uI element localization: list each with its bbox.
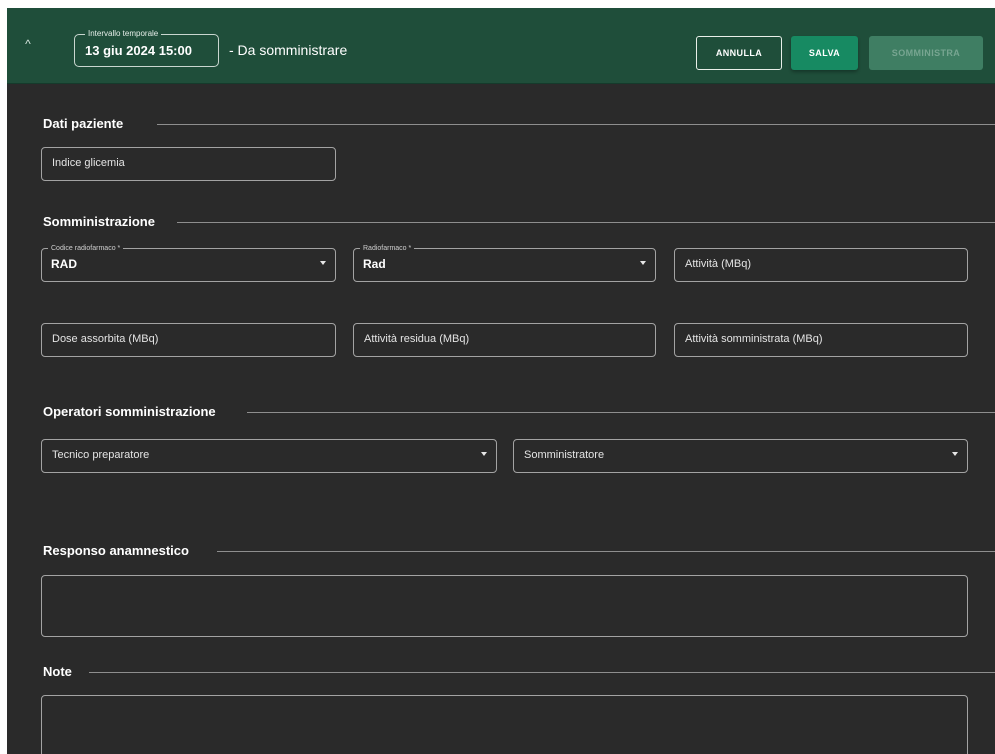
- activity-input[interactable]: Attività (MBq): [674, 248, 968, 282]
- preparing-technician-select[interactable]: Tecnico preparatore: [41, 439, 497, 473]
- status-title: - Da somministrare: [229, 42, 348, 58]
- time-interval-value: 13 giu 2024 15:00: [85, 43, 192, 58]
- radiopharmaceutical-label: Radiofarmaco *: [360, 244, 415, 253]
- section-divider: [217, 551, 995, 552]
- section-title-note: Note: [43, 664, 82, 679]
- panel-header: ^ Intervallo temporale 13 giu 2024 15:00…: [7, 8, 995, 84]
- activity-placeholder: Attività (MBq): [685, 258, 752, 270]
- section-divider: [89, 672, 995, 673]
- section-divider: [157, 124, 995, 125]
- radiopharmaceutical-code-label: Codice radiofarmaco *: [48, 244, 124, 253]
- radiopharmaceutical-code-select[interactable]: Codice radiofarmaco * RAD: [41, 244, 336, 282]
- administration-panel: ^ Intervallo temporale 13 giu 2024 15:00…: [7, 8, 995, 754]
- anamnestic-response-textarea[interactable]: [41, 575, 968, 637]
- caret-down-icon: [481, 452, 487, 456]
- time-interval-label: Intervallo temporale: [85, 29, 162, 39]
- administer-button[interactable]: SOMMINISTRA: [869, 36, 983, 70]
- absorbed-dose-placeholder: Dose assorbita (MBq): [52, 333, 159, 345]
- save-button[interactable]: SALVA: [791, 36, 858, 70]
- administrator-select[interactable]: Somministratore: [513, 439, 968, 473]
- absorbed-dose-input[interactable]: Dose assorbita (MBq): [41, 323, 336, 357]
- administrator-placeholder: Somministratore: [524, 449, 605, 461]
- section-title-responso: Responso anamnestico: [43, 543, 199, 558]
- section-title-somministrazione: Somministrazione: [43, 214, 165, 229]
- section-divider: [177, 222, 995, 223]
- section-title-dati-paziente: Dati paziente: [43, 116, 134, 131]
- caret-down-icon: [320, 261, 326, 265]
- section-divider: [247, 412, 995, 413]
- blood-glucose-placeholder: Indice glicemia: [52, 157, 125, 169]
- blood-glucose-input[interactable]: Indice glicemia: [41, 147, 336, 181]
- administered-activity-input[interactable]: Attività somministrata (MBq): [674, 323, 968, 357]
- preparing-technician-placeholder: Tecnico preparatore: [52, 449, 150, 461]
- radiopharmaceutical-code-value: RAD: [51, 257, 77, 271]
- residual-activity-placeholder: Attività residua (MBq): [364, 333, 470, 345]
- chevron-up-icon[interactable]: ^: [21, 37, 35, 51]
- radiopharmaceutical-value: Rad: [363, 257, 386, 271]
- caret-down-icon: [952, 452, 958, 456]
- caret-down-icon: [640, 261, 646, 265]
- section-title-operatori: Operatori somministrazione: [43, 404, 226, 419]
- notes-textarea[interactable]: [41, 695, 968, 754]
- administered-activity-placeholder: Attività somministrata (MBq): [685, 333, 823, 345]
- time-interval-field[interactable]: Intervallo temporale 13 giu 2024 15:00: [74, 29, 219, 67]
- radiopharmaceutical-select[interactable]: Radiofarmaco * Rad: [353, 244, 656, 282]
- residual-activity-input[interactable]: Attività residua (MBq): [353, 323, 656, 357]
- cancel-button[interactable]: ANNULLA: [696, 36, 782, 70]
